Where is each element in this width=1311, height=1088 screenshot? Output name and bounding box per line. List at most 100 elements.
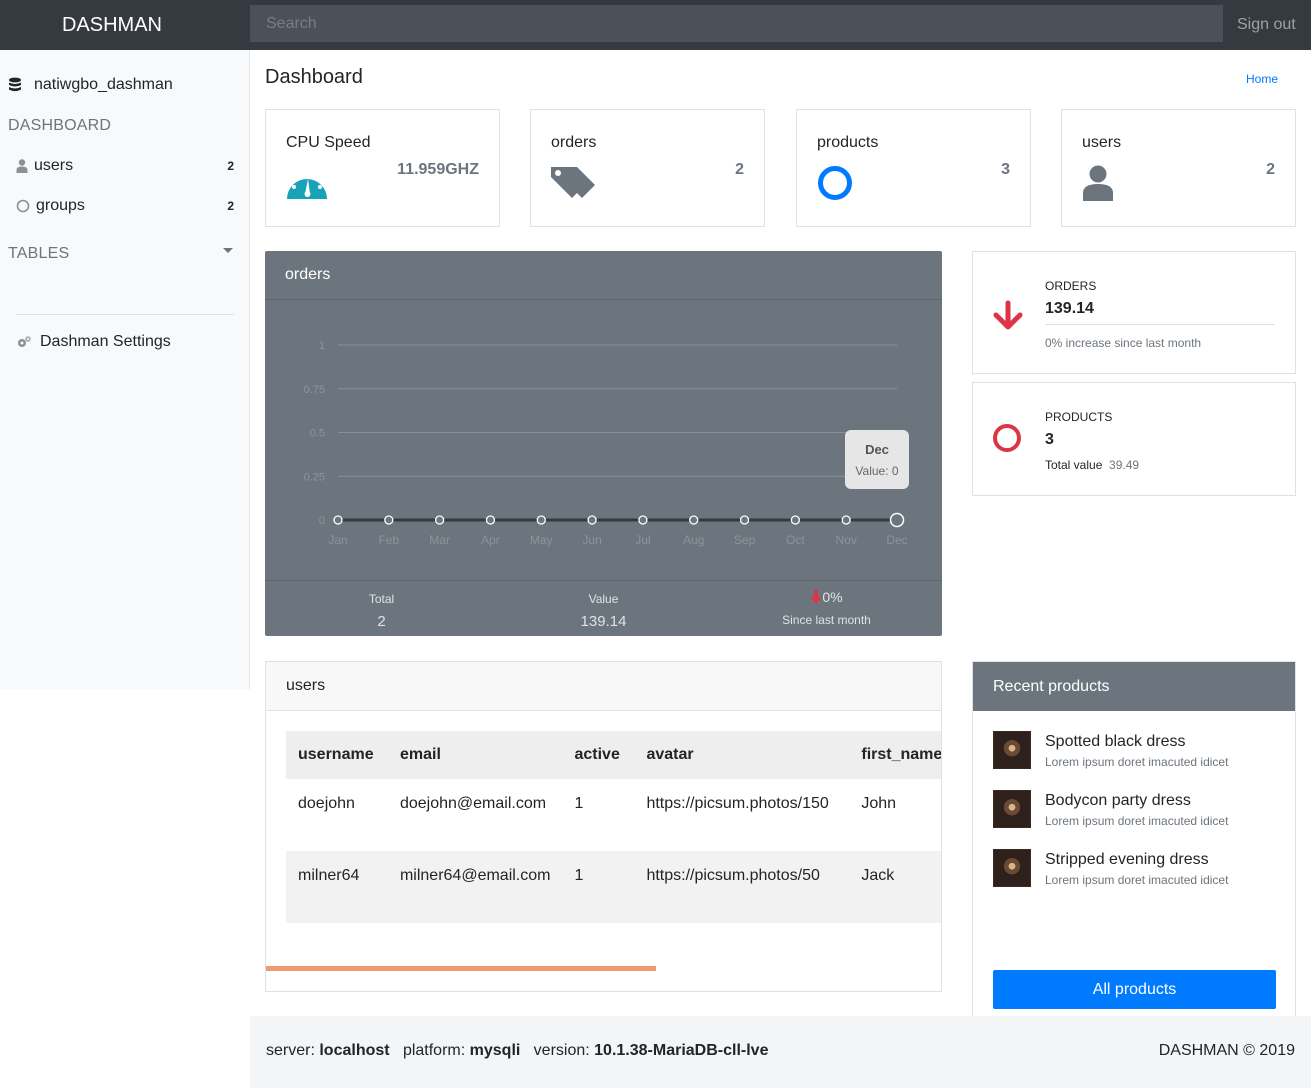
- tables-heading[interactable]: TABLES: [8, 245, 69, 263]
- data-point: [841, 515, 851, 525]
- sidebar: natiwgbo_dashman DASHBOARD users 2 group…: [0, 50, 250, 689]
- cell-email: milner64@email.com: [387, 851, 563, 923]
- product-description: Lorem ipsum doret imacuted idicet: [1045, 814, 1229, 828]
- platform-label: platform:: [402, 1042, 466, 1059]
- footer-total: Total 2: [269, 581, 494, 630]
- data-point: [333, 515, 343, 525]
- footer-value-value: 139.14: [580, 613, 627, 630]
- sidebar-item-groups[interactable]: groups 2: [16, 197, 234, 215]
- sidebar-item-label: users: [34, 157, 74, 174]
- sign-out-link[interactable]: Sign out: [1237, 0, 1296, 50]
- orders-line-chart: 0 0.25 0.5 0.75 1 Jan Feb Mar Apr May Jun Jul Aug Sep…: [304, 340, 909, 547]
- breadcrumb-home[interactable]: Home: [1246, 72, 1278, 86]
- column-header-first-name[interactable]: first_name: [849, 731, 941, 779]
- platform-value: mysqli: [469, 1042, 521, 1059]
- dashman-settings-link[interactable]: Dashman Settings: [16, 333, 171, 351]
- x-tick-label: Jun: [582, 533, 601, 547]
- data-point: [485, 515, 496, 525]
- arrow-down-icon: [810, 590, 823, 604]
- sidebar-item-count: 2: [227, 199, 234, 213]
- server-label: server:: [266, 1042, 315, 1059]
- column-header-active[interactable]: active: [562, 731, 635, 779]
- product-description: Lorem ipsum doret imacuted idicet: [1045, 755, 1229, 769]
- y-tick-label: 0.75: [304, 384, 325, 396]
- info-sub-label: Total value: [1045, 458, 1103, 472]
- data-point: [536, 515, 546, 525]
- speedometer-icon: [286, 165, 328, 206]
- stat-card-products: products 3: [796, 109, 1031, 227]
- database-name: natiwgbo_dashman: [8, 76, 173, 94]
- info-caption: ORDERS: [1045, 279, 1097, 293]
- stat-value: 2: [735, 161, 744, 178]
- cell-first-name: Jack: [849, 851, 941, 923]
- x-tick-label: Feb: [378, 533, 399, 547]
- stat-title: CPU Speed: [286, 134, 371, 151]
- sidebar-item-count: 2: [227, 159, 234, 173]
- stat-value: 11.959GHZ: [397, 161, 479, 178]
- product-description: Lorem ipsum doret imacuted idicet: [1045, 873, 1229, 887]
- stat-title: orders: [551, 134, 597, 151]
- table-row[interactable]: milner64 milner64@email.com 1 https://pi…: [286, 851, 941, 923]
- list-item[interactable]: Stripped evening dress Lorem ipsum doret…: [993, 849, 1228, 887]
- top-navbar: DASHMAN Sign out: [0, 0, 1311, 50]
- cell-first-name: John: [861, 795, 897, 812]
- data-point: [638, 515, 648, 525]
- x-tick-label: Aug: [683, 533, 704, 547]
- cell-active: 1: [562, 851, 635, 923]
- database-label: natiwgbo_dashman: [34, 76, 173, 93]
- info-box-products: PRODUCTS 3 Total value 39.49: [972, 382, 1296, 496]
- x-tick-label: Jul: [635, 533, 650, 547]
- gears-icon: [18, 336, 31, 347]
- user-icon: [16, 159, 28, 173]
- column-header-avatar[interactable]: avatar: [634, 731, 850, 779]
- cell-avatar: https://picsum.photos/150: [646, 795, 829, 812]
- column-header-username[interactable]: username: [286, 731, 388, 779]
- data-point: [739, 515, 750, 525]
- horizontal-scrollbar[interactable]: [266, 966, 656, 971]
- footer-change-value: 0%: [822, 589, 843, 605]
- column-header-email[interactable]: email: [387, 731, 563, 779]
- chart-card-footer: Total 2 Value 139.14 0% Since last month: [265, 580, 942, 636]
- info-divider: [1045, 324, 1275, 325]
- all-products-button[interactable]: All products: [993, 970, 1276, 1009]
- users-table: username email active avatar first_name …: [286, 731, 941, 923]
- cell-username: milner64: [286, 851, 388, 923]
- caret-down-icon[interactable]: [223, 248, 233, 253]
- info-value: 3: [1045, 431, 1054, 448]
- dashboard-heading: DASHBOARD: [8, 117, 112, 134]
- product-name: Bodycon party dress: [1045, 792, 1191, 809]
- info-caption: PRODUCTS: [1045, 410, 1113, 424]
- users-card-title: users: [266, 662, 941, 711]
- product-name: Spotted black dress: [1045, 733, 1186, 750]
- settings-label: Dashman Settings: [40, 333, 171, 350]
- x-tick-label: May: [530, 533, 553, 547]
- stat-title: products: [817, 134, 879, 151]
- x-tick-label: Sep: [734, 533, 756, 547]
- y-tick-label: 1: [319, 340, 325, 352]
- product-thumbnail: [993, 731, 1031, 769]
- table-row[interactable]: doejohn doejohn@email.com 1 https://pics…: [286, 779, 941, 851]
- data-point: [384, 515, 394, 525]
- cell-active: 1: [574, 795, 584, 812]
- x-tick-label: Nov: [836, 533, 857, 547]
- sidebar-item-users[interactable]: users 2: [16, 157, 234, 175]
- x-tick-label: Apr: [481, 533, 500, 547]
- footer-change: 0% Since last month: [714, 581, 939, 627]
- server-value: localhost: [319, 1042, 390, 1059]
- footer-change-label: Since last month: [782, 613, 871, 627]
- sidebar-item-label: groups: [36, 197, 85, 214]
- list-item[interactable]: Spotted black dress Lorem ipsum doret im…: [993, 731, 1228, 769]
- brand-logo[interactable]: DASHMAN: [0, 0, 224, 50]
- user-icon: [1082, 165, 1114, 206]
- x-tick-label: Oct: [786, 533, 805, 547]
- stat-card-orders: orders 2: [530, 109, 765, 227]
- data-point: [889, 512, 905, 528]
- search-input[interactable]: [250, 5, 1223, 42]
- product-name: Stripped evening dress: [1045, 851, 1209, 868]
- list-item[interactable]: Bodycon party dress Lorem ipsum doret im…: [993, 790, 1228, 828]
- chart-tooltip: [845, 430, 909, 489]
- recent-products-title: Recent products: [973, 662, 1295, 711]
- server-info: server: localhost platform: mysqli versi…: [266, 1042, 768, 1060]
- page-title: Dashboard: [265, 66, 363, 88]
- x-tick-label: Dec: [886, 533, 907, 547]
